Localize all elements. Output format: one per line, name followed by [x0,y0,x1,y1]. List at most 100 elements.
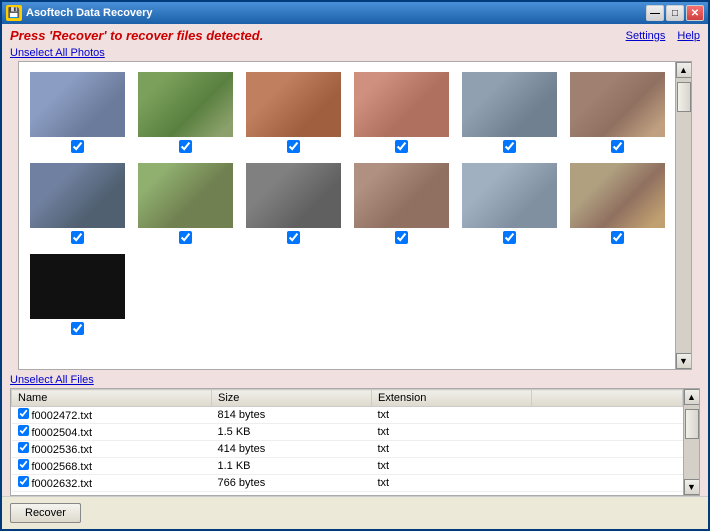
table-row: f0002504.txt1.5 KBtxt [12,424,683,441]
file-size-cell: 766 bytes [212,475,372,492]
file-extra-cell [532,441,683,458]
photo-item [23,66,131,157]
photo-checkbox[interactable] [611,140,624,153]
window-title: Asoftech Data Recovery [26,7,646,19]
table-row: f0002536.txt414 bytestxt [12,441,683,458]
file-extra-cell [532,424,683,441]
file-name-cell: f0002536.txt [12,441,212,458]
file-ext-cell: txt [372,407,532,424]
photos-grid-container[interactable] [19,62,675,369]
photo-thumbnail [354,163,449,228]
top-bar: Press 'Recover' to recover files detecte… [2,24,708,45]
photo-checkbox[interactable] [71,140,84,153]
unselect-all-files-link[interactable]: Unselect All Files [10,374,94,386]
maximize-button[interactable]: □ [666,5,684,21]
photo-checkbox[interactable] [503,231,516,244]
close-button[interactable]: ✕ [686,5,704,21]
photo-checkbox[interactable] [71,322,84,335]
file-ext-cell: txt [372,475,532,492]
file-checkbox[interactable] [18,408,29,419]
photo-item [131,157,239,248]
photo-checkbox[interactable] [287,140,300,153]
file-checkbox[interactable] [18,476,29,487]
file-extra-cell [532,407,683,424]
file-ext-cell: txt [372,441,532,458]
photo-checkbox[interactable] [503,140,516,153]
photo-thumbnail [30,254,125,319]
photo-item [131,66,239,157]
files-scroll-thumb[interactable] [685,409,699,439]
files-section: Unselect All Files Name Size Extension [2,370,708,496]
photo-checkbox[interactable] [287,231,300,244]
file-checkbox[interactable] [18,442,29,453]
col-name: Name [12,390,212,407]
photo-checkbox[interactable] [179,231,192,244]
file-name-cell: f0002568.txt [12,458,212,475]
files-scroll-track[interactable] [684,405,700,479]
unselect-photos-row: Unselect All Photos [2,45,708,61]
recover-message: Press 'Recover' to recover files detecte… [10,28,263,43]
files-scroll-up-button[interactable]: ▲ [684,389,700,405]
photos-section: ▲ ▼ [2,61,708,370]
scroll-track[interactable] [676,78,692,353]
window-controls: — □ ✕ [646,5,704,21]
photo-thumbnail [30,72,125,137]
photo-checkbox[interactable] [179,140,192,153]
unselect-files-row: Unselect All Files [10,372,700,388]
photo-thumbnail [138,163,233,228]
main-window: 💾 Asoftech Data Recovery — □ ✕ Press 'Re… [0,0,710,531]
files-scrollbar[interactable]: ▲ ▼ [683,389,699,495]
file-extra-cell [532,458,683,475]
photo-item [563,66,671,157]
table-row: f0002632.txt766 bytestxt [12,475,683,492]
photo-item [455,66,563,157]
photo-thumbnail [570,72,665,137]
files-table: Name Size Extension f0002472.txt814 byte… [11,389,683,495]
photo-thumbnail [462,72,557,137]
scroll-thumb[interactable] [677,82,691,112]
settings-link[interactable]: Settings [626,30,666,42]
col-size: Size [212,390,372,407]
file-size-cell: 1.1 KB [212,458,372,475]
files-table-container: Name Size Extension f0002472.txt814 byte… [10,388,700,496]
unselect-all-photos-link[interactable]: Unselect All Photos [10,47,105,59]
photo-checkbox[interactable] [71,231,84,244]
photo-thumbnail [30,163,125,228]
file-ext-cell: txt [372,424,532,441]
table-row: f0002472.txt814 bytestxt [12,407,683,424]
photo-thumbnail [246,163,341,228]
photos-scrollbar[interactable]: ▲ ▼ [675,62,691,369]
bottom-bar: Recover [2,496,708,529]
photo-checkbox[interactable] [395,140,408,153]
photo-item [239,157,347,248]
app-icon: 💾 [6,5,22,21]
scroll-up-button[interactable]: ▲ [676,62,692,78]
files-scroll-down-button[interactable]: ▼ [684,479,700,495]
scroll-down-button[interactable]: ▼ [676,353,692,369]
top-links: Settings Help [626,30,700,42]
photo-item [23,157,131,248]
recover-button[interactable]: Recover [10,503,81,523]
photo-item [347,66,455,157]
photo-thumbnail [138,72,233,137]
file-checkbox[interactable] [18,425,29,436]
table-row: f0002568.txt1.1 KBtxt [12,458,683,475]
file-name-cell: f0002472.txt [12,407,212,424]
file-name-cell: f0002632.txt [12,475,212,492]
photos-grid [19,62,675,343]
photo-checkbox[interactable] [611,231,624,244]
file-size-cell: 814 bytes [212,407,372,424]
title-bar: 💾 Asoftech Data Recovery — □ ✕ [2,2,708,24]
photo-thumbnail [570,163,665,228]
content-area: Press 'Recover' to recover files detecte… [2,24,708,529]
photo-checkbox[interactable] [395,231,408,244]
help-link[interactable]: Help [677,30,700,42]
photos-panel: ▲ ▼ [18,61,692,370]
photo-thumbnail [462,163,557,228]
photo-item [23,248,131,339]
photo-item [239,66,347,157]
photo-item [563,157,671,248]
files-data-table: Name Size Extension f0002472.txt814 byte… [11,389,683,492]
minimize-button[interactable]: — [646,5,664,21]
file-checkbox[interactable] [18,459,29,470]
